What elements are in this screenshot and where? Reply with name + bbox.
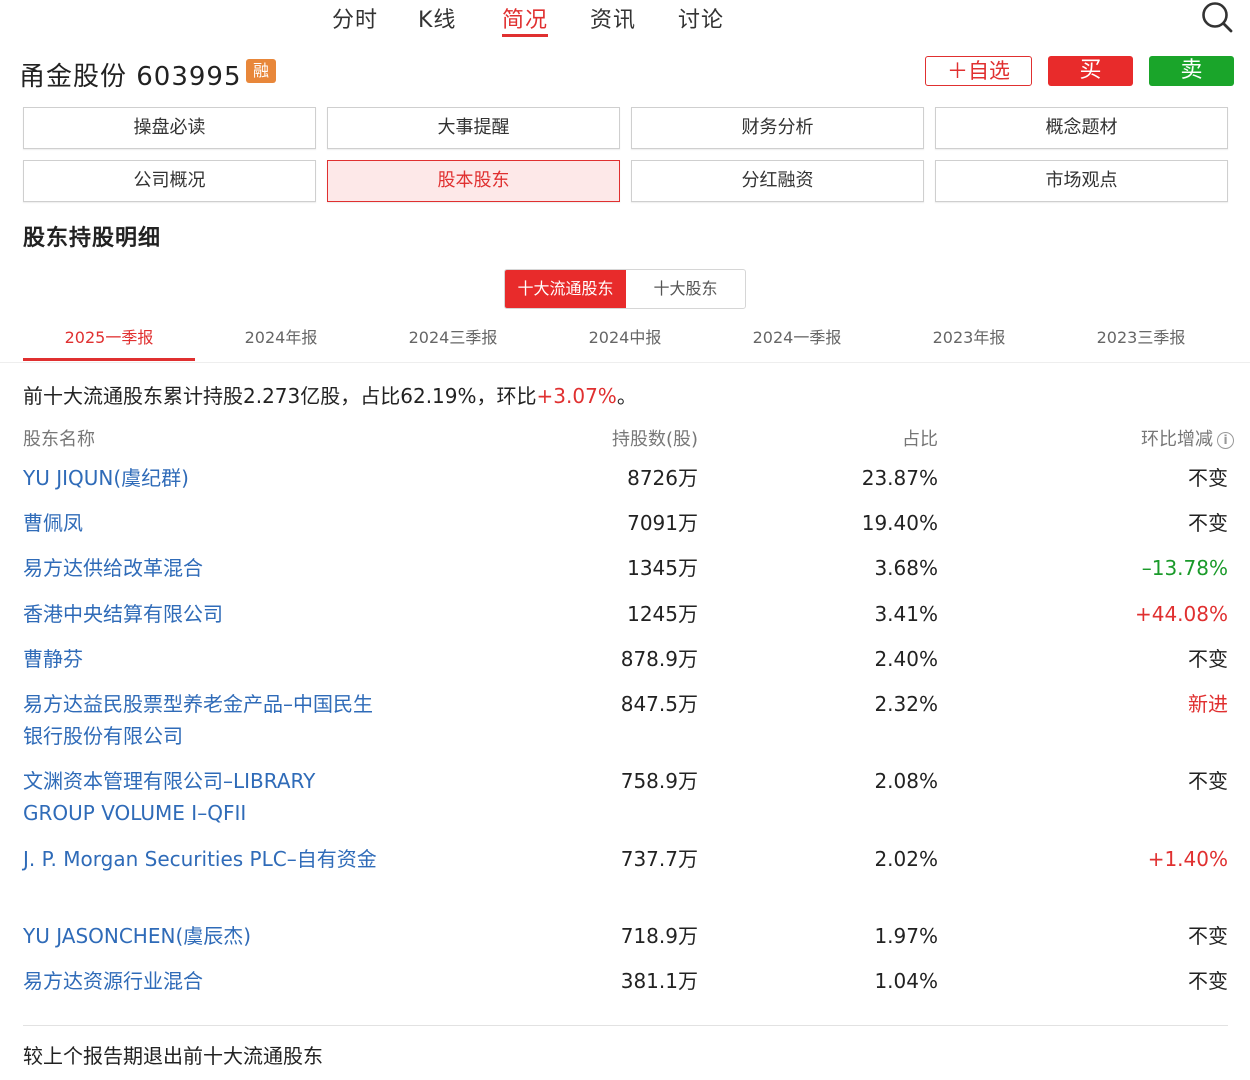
holder-shares: 718.9万: [620, 924, 698, 948]
menu-financial-analysis[interactable]: 财务分析: [631, 107, 924, 149]
period-tab-2023-annual[interactable]: 2023年报: [883, 324, 1055, 348]
holder-ratio: 1.04%: [874, 969, 938, 993]
holder-change: +1.40%: [1147, 847, 1228, 871]
period-tab-2024q3[interactable]: 2024三季报: [367, 324, 539, 348]
add-watchlist-button[interactable]: ＋自选: [925, 56, 1032, 86]
header-ratio: 占比: [902, 429, 938, 450]
holder-name-link[interactable]: 文渊资本管理有限公司–LIBRARY GROUP VOLUME I–QFII: [23, 765, 388, 829]
holder-shares: 1245万: [627, 602, 698, 626]
divider: [0, 362, 1250, 363]
summary-text: 前十大流通股东累计持股2.273亿股，占比62.19%，环比: [23, 384, 537, 408]
summary-suffix: 。: [616, 384, 637, 408]
header-shares: 持股数(股): [611, 429, 698, 450]
exited-holders-title: 较上个报告期退出前十大流通股东: [23, 1044, 323, 1068]
info-icon[interactable]: i: [1217, 432, 1234, 449]
holder-name-link[interactable]: 易方达资源行业混合: [23, 965, 388, 997]
holder-change: –13.78%: [1141, 556, 1228, 580]
holder-shares: 1345万: [627, 556, 698, 580]
period-tab-2025q1[interactable]: 2025一季报: [23, 324, 195, 348]
holder-ratio: 2.08%: [874, 769, 938, 793]
holder-change: 不变: [1188, 924, 1228, 948]
tab-fenshi[interactable]: 分时: [332, 2, 378, 34]
holder-change: 不变: [1188, 769, 1228, 793]
menu-events[interactable]: 大事提醒: [327, 107, 620, 149]
holder-ratio: 2.02%: [874, 847, 938, 871]
holder-ratio: 3.68%: [874, 556, 938, 580]
holder-shares: 847.5万: [620, 692, 698, 716]
sell-button[interactable]: 卖: [1149, 56, 1234, 86]
holding-summary: 前十大流通股东累计持股2.273亿股，占比62.19%，环比+3.07%。: [23, 380, 637, 409]
holder-change: 新进: [1188, 692, 1228, 716]
menu-shareholders[interactable]: 股本股东: [327, 160, 620, 202]
holder-type-toggle: 十大流通股东 十大股东: [504, 269, 746, 309]
header-holder-name: 股东名称: [23, 429, 95, 450]
tab-discussion[interactable]: 讨论: [678, 2, 724, 34]
holder-shares: 381.1万: [620, 969, 698, 993]
summary-change: +3.07%: [536, 384, 617, 408]
tab-overview[interactable]: 简况: [502, 2, 549, 37]
holder-change: +44.08%: [1134, 602, 1228, 626]
holder-name-link[interactable]: 曹静芬: [23, 643, 388, 675]
header-change: 环比增减 i: [1030, 425, 1234, 451]
holder-change: 不变: [1188, 969, 1228, 993]
holder-name-link[interactable]: 易方达供给改革混合: [23, 552, 388, 584]
tab-kline[interactable]: K线: [418, 2, 456, 34]
holder-ratio: 23.87%: [861, 466, 938, 490]
holder-ratio: 2.32%: [874, 692, 938, 716]
margin-badge: 融: [246, 59, 276, 83]
divider: [23, 1025, 1228, 1026]
period-tab-2024-annual[interactable]: 2024年报: [195, 324, 367, 348]
header-change-label: 环比增减: [1141, 429, 1213, 450]
holder-shares: 7091万: [627, 511, 698, 535]
menu-concepts[interactable]: 概念题材: [935, 107, 1228, 149]
tab-news[interactable]: 资讯: [590, 2, 636, 34]
search-icon[interactable]: [1200, 0, 1234, 34]
period-tab-2024q1[interactable]: 2024一季报: [711, 324, 883, 348]
period-tab-2024-interim[interactable]: 2024中报: [539, 324, 711, 348]
holder-name-link[interactable]: J. P. Morgan Securities PLC–自有资金: [23, 843, 388, 875]
holder-ratio: 19.40%: [861, 511, 938, 535]
holder-shares: 8726万: [627, 466, 698, 490]
period-tab-2023q3[interactable]: 2023三季报: [1055, 324, 1227, 348]
holder-shares: 878.9万: [620, 647, 698, 671]
holder-ratio: 1.97%: [874, 924, 938, 948]
toggle-top10-float[interactable]: 十大流通股东: [505, 270, 626, 308]
period-tab-indicator: [23, 358, 195, 361]
holder-name-link[interactable]: 香港中央结算有限公司: [23, 598, 388, 630]
holder-shares: 758.9万: [620, 769, 698, 793]
menu-market-views[interactable]: 市场观点: [935, 160, 1228, 202]
menu-dividends[interactable]: 分红融资: [631, 160, 924, 202]
holder-ratio: 3.41%: [874, 602, 938, 626]
menu-company-profile[interactable]: 公司概况: [23, 160, 316, 202]
holder-change: 不变: [1188, 511, 1228, 535]
holder-name-link[interactable]: YU JIQUN(虞纪群): [23, 462, 388, 494]
holder-ratio: 2.40%: [874, 647, 938, 671]
holder-change: 不变: [1188, 466, 1228, 490]
stock-title: 甬金股份 603995: [19, 62, 242, 92]
top-nav: 分时 K线 简况 资讯 讨论: [0, 0, 1250, 42]
holder-name-link[interactable]: YU JASONCHEN(虞辰杰): [23, 920, 388, 952]
section-title: 股东持股明细: [23, 226, 162, 251]
holder-name-link[interactable]: 曹佩凤: [23, 507, 388, 539]
menu-trading-guide[interactable]: 操盘必读: [23, 107, 316, 149]
holder-shares: 737.7万: [620, 847, 698, 871]
holder-name-link[interactable]: 易方达益民股票型养老金产品–中国民生银行股份有限公司: [23, 688, 388, 752]
toggle-top10[interactable]: 十大股东: [626, 270, 745, 308]
buy-button[interactable]: 买: [1048, 56, 1133, 86]
holder-change: 不变: [1188, 647, 1228, 671]
